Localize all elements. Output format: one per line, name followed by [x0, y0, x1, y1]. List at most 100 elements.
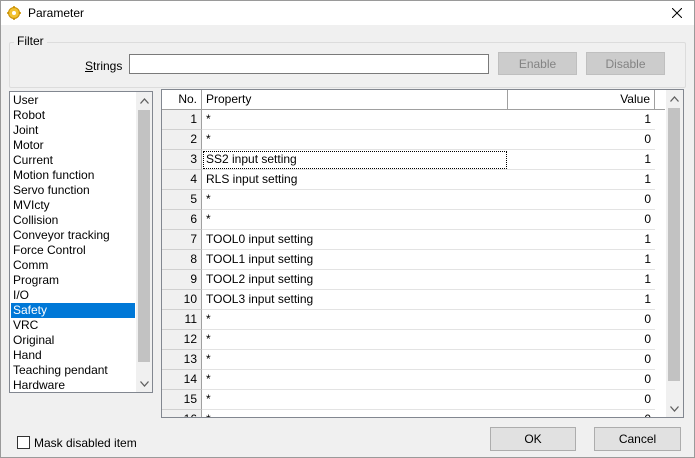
row-number: 7 [162, 230, 202, 250]
window-title: Parameter [28, 6, 85, 20]
table-row[interactable]: 2 * 0 [162, 130, 655, 150]
category-item[interactable]: MVIcty [11, 198, 135, 213]
category-item[interactable]: VRC [11, 318, 135, 333]
property-cell[interactable]: * [202, 130, 508, 150]
table-row[interactable]: 7 TOOL0 input setting 1 [162, 230, 655, 250]
row-number: 15 [162, 390, 202, 410]
table-row[interactable]: 8 TOOL1 input setting 1 [162, 250, 655, 270]
row-number: 16 [162, 410, 202, 417]
category-item[interactable]: Collision [11, 213, 135, 228]
property-cell[interactable]: * [202, 190, 508, 210]
property-cell[interactable]: * [202, 330, 508, 350]
category-item[interactable]: Conveyor tracking [11, 228, 135, 243]
category-item[interactable]: Safety [11, 303, 135, 318]
column-header-property[interactable]: Property [202, 90, 508, 109]
enable-button[interactable]: Enable [498, 52, 577, 75]
scroll-thumb[interactable] [668, 108, 680, 381]
table-row[interactable]: 15 * 0 [162, 390, 655, 410]
property-cell[interactable]: TOOL2 input setting [202, 270, 508, 290]
table-row[interactable]: 13 * 0 [162, 350, 655, 370]
table-row[interactable]: 12 * 0 [162, 330, 655, 350]
table-row[interactable]: 16*0 [162, 410, 655, 417]
category-item[interactable]: I/O [11, 288, 135, 303]
value-cell[interactable]: 0 [508, 130, 655, 150]
category-item[interactable]: Servo function [11, 183, 135, 198]
category-item[interactable]: Motor [11, 138, 135, 153]
category-list[interactable]: User Robot Joint Motor Current Motion functio… [9, 91, 153, 393]
table-row[interactable]: 1 * 1 [162, 110, 655, 130]
property-cell[interactable]: * [202, 370, 508, 390]
value-cell[interactable]: 0 [508, 390, 655, 410]
property-cell[interactable]: * [202, 410, 508, 417]
property-cell[interactable]: TOOL3 input setting [202, 290, 508, 310]
property-cell[interactable]: * [202, 310, 508, 330]
value-cell[interactable]: 1 [508, 110, 655, 130]
table-row[interactable]: 4 RLS input setting 1 [162, 170, 655, 190]
column-header-no[interactable]: No. [162, 90, 202, 109]
ok-button[interactable]: OK [490, 427, 576, 451]
column-header-value[interactable]: Value [508, 90, 655, 109]
table-row[interactable]: 9 TOOL2 input setting 1 [162, 270, 655, 290]
value-cell[interactable]: 0 [508, 350, 655, 370]
property-cell[interactable]: TOOL0 input setting [202, 230, 508, 250]
value-cell[interactable]: 1 [508, 150, 655, 170]
disable-button[interactable]: Disable [586, 52, 665, 75]
category-list-scrollbar[interactable] [136, 92, 152, 392]
table-row[interactable]: 10 TOOL3 input setting 1 [162, 290, 655, 310]
strings-label: Strings [85, 59, 123, 73]
category-item[interactable]: Current [11, 153, 135, 168]
property-cell[interactable]: * [202, 110, 508, 130]
property-cell[interactable]: * [202, 210, 508, 230]
category-item[interactable]: Robot [11, 108, 135, 123]
table-row[interactable]: 14 * 0 [162, 370, 655, 390]
grid-scrollbar[interactable] [666, 90, 683, 417]
value-cell[interactable]: 0 [508, 210, 655, 230]
cancel-button[interactable]: Cancel [594, 427, 681, 451]
property-cell[interactable]: RLS input setting [202, 170, 508, 190]
table-row[interactable]: 6 * 0 [162, 210, 655, 230]
title-bar: Parameter [1, 1, 694, 25]
property-cell[interactable]: * [202, 350, 508, 370]
category-item[interactable]: Teaching pendant [11, 363, 135, 378]
value-cell[interactable]: 0 [508, 190, 655, 210]
mask-disabled-checkbox[interactable] [17, 436, 30, 449]
category-item[interactable]: Program [11, 273, 135, 288]
close-button[interactable] [660, 1, 694, 25]
category-item[interactable]: Force Control [11, 243, 135, 258]
category-item[interactable]: Joint [11, 123, 135, 138]
property-cell[interactable]: * [202, 390, 508, 410]
value-cell[interactable]: 1 [508, 250, 655, 270]
table-row[interactable]: 3 SS2 input setting 1 [162, 150, 655, 170]
table-row[interactable]: 11 * 0 [162, 310, 655, 330]
row-number: 4 [162, 170, 202, 190]
scroll-down-icon[interactable] [136, 375, 152, 392]
value-cell[interactable]: 1 [508, 270, 655, 290]
category-item[interactable]: Comm [11, 258, 135, 273]
close-icon [672, 8, 682, 18]
gear-icon [7, 6, 21, 20]
category-item[interactable]: Hand [11, 348, 135, 363]
scroll-thumb[interactable] [138, 110, 150, 362]
strings-input[interactable] [129, 54, 489, 74]
value-cell[interactable]: 1 [508, 290, 655, 310]
row-number: 3 [162, 150, 202, 170]
category-item[interactable]: User [11, 93, 135, 108]
category-item[interactable]: Hardware [11, 378, 135, 392]
scroll-down-icon[interactable] [666, 400, 683, 417]
value-cell[interactable]: 1 [508, 170, 655, 190]
value-cell[interactable]: 0 [508, 370, 655, 390]
scroll-up-icon[interactable] [666, 90, 683, 107]
property-cell[interactable]: SS2 input setting [202, 150, 508, 170]
property-cell[interactable]: TOOL1 input setting [202, 250, 508, 270]
value-cell[interactable]: 0 [508, 410, 655, 417]
category-item[interactable]: Motion function [11, 168, 135, 183]
value-cell[interactable]: 0 [508, 330, 655, 350]
parameter-grid[interactable]: No. Property Value 1 * 1 2 * 0 3 SS2 input sett… [161, 89, 684, 418]
scroll-up-icon[interactable] [136, 92, 152, 109]
value-cell[interactable]: 1 [508, 230, 655, 250]
table-row[interactable]: 5 * 0 [162, 190, 655, 210]
row-number: 2 [162, 130, 202, 150]
row-number: 8 [162, 250, 202, 270]
value-cell[interactable]: 0 [508, 310, 655, 330]
category-item[interactable]: Original [11, 333, 135, 348]
